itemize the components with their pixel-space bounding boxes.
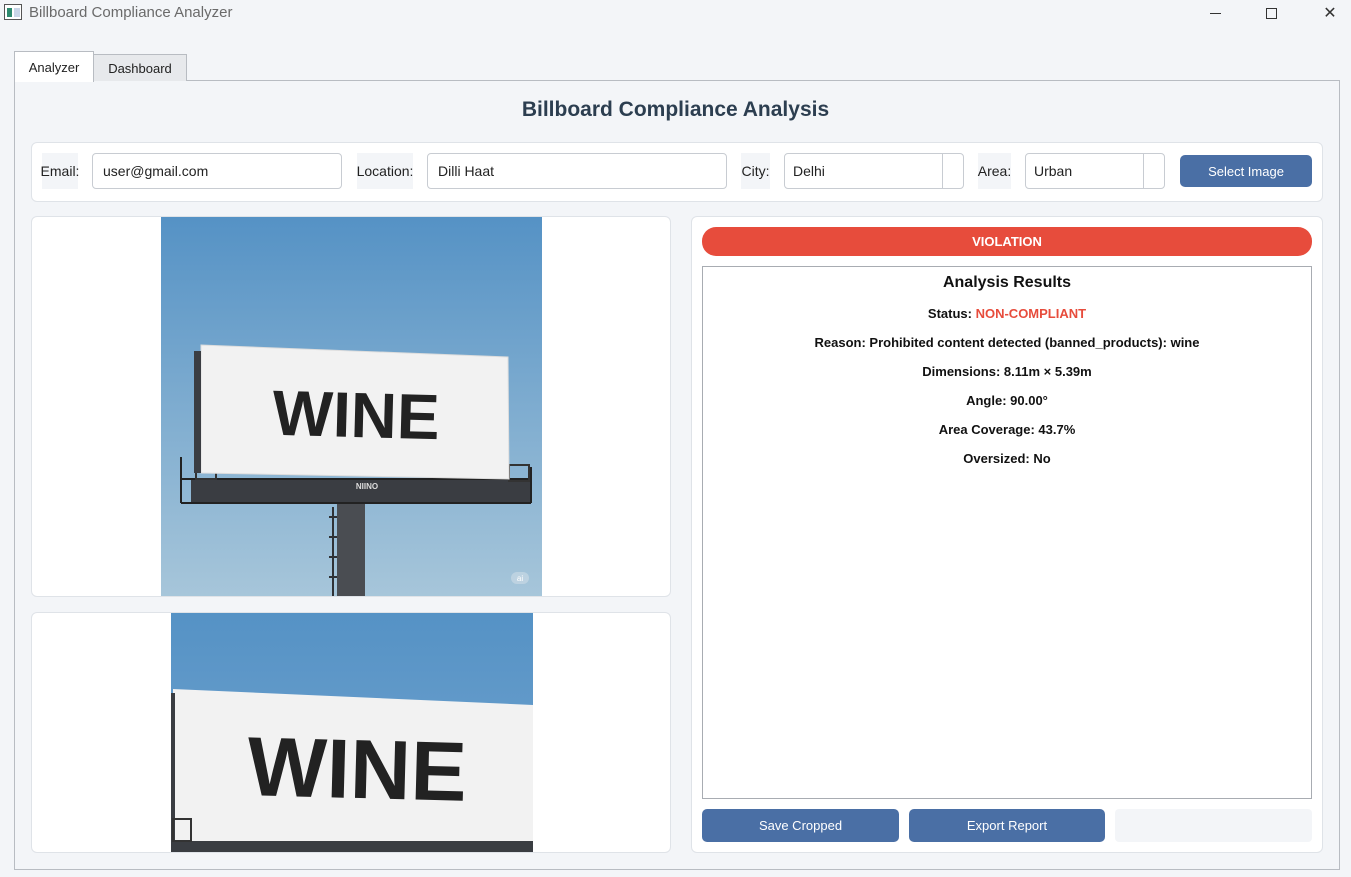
reason-line: Reason: Prohibited content detected (ban… — [814, 335, 1200, 350]
app-icon — [4, 4, 22, 20]
close-icon: ✕ — [1323, 5, 1337, 22]
export-report-button[interactable]: Export Report — [909, 809, 1105, 842]
city-label: City: — [741, 153, 770, 189]
original-billboard-image: WINE NIINO ai — [161, 217, 542, 596]
tab-dashboard[interactable]: Dashboard — [93, 54, 187, 81]
original-image-card: WINE NIINO ai — [31, 216, 671, 597]
tab-analyzer[interactable]: Analyzer — [14, 51, 94, 82]
select-image-button[interactable]: Select Image — [1180, 155, 1312, 187]
oversized-line: Oversized: No — [963, 451, 1051, 466]
page-title: Billboard Compliance Analysis — [521, 98, 830, 121]
violation-banner: VIOLATION — [702, 227, 1312, 256]
location-label: Location: — [357, 153, 413, 189]
minimize-button[interactable] — [1187, 0, 1243, 26]
cropped-billboard-image: WINE — [171, 613, 533, 852]
location-field[interactable]: Dilli Haat — [427, 153, 727, 189]
title-bar: Billboard Compliance Analyzer ✕ — [0, 0, 1351, 30]
area-coverage-line: Area Coverage: 43.7% — [938, 422, 1076, 437]
maximize-icon — [1265, 7, 1277, 19]
results-title: Analysis Results — [942, 274, 1072, 291]
cropped-billboard-text: WINE — [246, 719, 468, 819]
close-button[interactable]: ✕ — [1302, 0, 1351, 26]
dimensions-line: Dimensions: 8.11m × 5.39m — [922, 364, 1092, 379]
brand-label: NIINO — [356, 482, 378, 491]
city-value: Delhi — [793, 163, 825, 179]
analysis-results-box: Analysis Results Status: NON-COMPLIANT R… — [702, 266, 1312, 799]
area-dropdown-icon[interactable] — [1143, 154, 1164, 188]
email-field[interactable]: user@gmail.com — [92, 153, 342, 189]
cropped-image-card: WINE — [31, 612, 671, 853]
minimize-icon — [1209, 12, 1221, 14]
status-label: Status: — [927, 306, 972, 321]
save-cropped-button[interactable]: Save Cropped — [702, 809, 899, 842]
angle-line: Angle: 90.00° — [966, 393, 1048, 408]
status-line: Status: NON-COMPLIANT — [703, 306, 1311, 321]
window-title: Billboard Compliance Analyzer — [29, 4, 233, 21]
empty-action-slot — [1115, 809, 1312, 842]
watermark-label: ai — [517, 574, 523, 583]
city-select[interactable]: Delhi — [784, 153, 964, 189]
original-billboard-text: WINE — [272, 377, 441, 453]
area-select[interactable]: Urban — [1025, 153, 1165, 189]
status-value: NON-COMPLIANT — [975, 306, 1087, 321]
area-value: Urban — [1034, 163, 1073, 179]
email-label: Email: — [41, 153, 79, 189]
maximize-button[interactable] — [1243, 0, 1299, 26]
city-dropdown-icon[interactable] — [942, 154, 963, 188]
area-label: Area: — [978, 153, 1011, 189]
